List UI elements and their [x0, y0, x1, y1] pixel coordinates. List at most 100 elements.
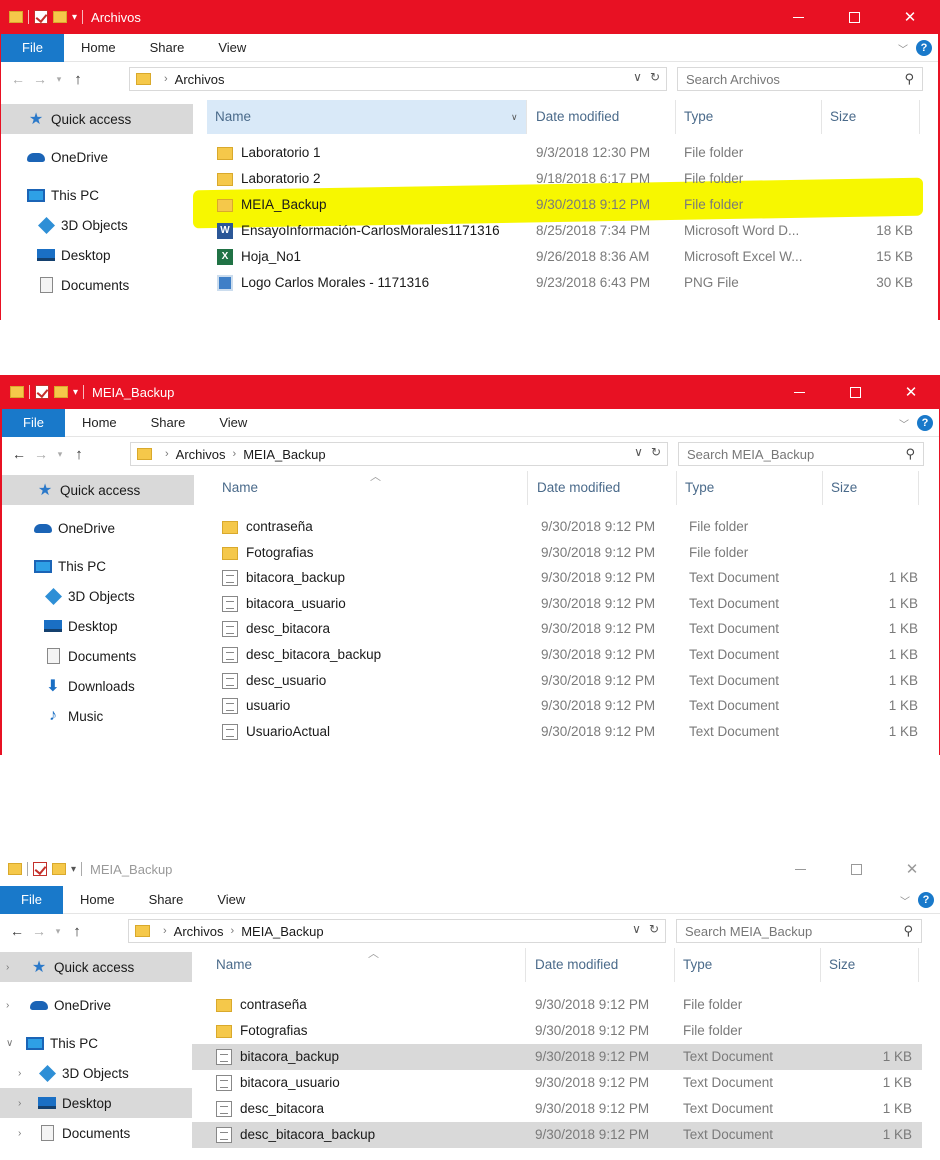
properties-icon[interactable]	[34, 10, 48, 24]
column-date-modified[interactable]: Date modified	[529, 471, 677, 505]
maximize-button[interactable]	[826, 0, 882, 34]
tab-view[interactable]: View	[202, 409, 264, 437]
expand-ribbon-icon[interactable]: ﹀	[900, 893, 910, 908]
table-row-selected[interactable]: desc_bitacora_backup 9/30/2018 9:12 PM Tex…	[192, 1122, 922, 1148]
table-row[interactable]: bitacora_backup 9/30/2018 9:12 PM Text Doc…	[198, 565, 928, 591]
breadcrumb-separator-icon[interactable]: ›	[163, 925, 167, 937]
nav-music[interactable]: ♪ Music	[2, 701, 194, 731]
breadcrumb-archivos[interactable]: Archivos	[174, 924, 224, 939]
customize-dropdown-icon[interactable]: ▾	[72, 12, 77, 23]
nav-documents[interactable]: › Documents	[0, 1118, 192, 1148]
table-row[interactable]: W EnsayoInformación-CarlosMorales1171316 8…	[193, 218, 923, 244]
close-button[interactable]: ✕	[884, 852, 940, 886]
minimize-button[interactable]	[770, 0, 826, 34]
table-row[interactable]: Laboratorio 1 9/3/2018 12:30 PM File folde…	[193, 140, 923, 166]
breadcrumb-archivos[interactable]: Archivos	[176, 447, 226, 462]
tab-share[interactable]: Share	[133, 34, 202, 62]
expand-chevron-icon[interactable]: ›	[6, 962, 9, 973]
expand-ribbon-icon[interactable]: ﹀	[898, 41, 908, 56]
tab-share[interactable]: Share	[134, 409, 203, 437]
properties-icon[interactable]	[35, 385, 49, 399]
column-date-modified[interactable]: Date modified	[528, 100, 676, 134]
nav-onedrive[interactable]: OneDrive	[2, 513, 194, 543]
column-name[interactable]: Name	[207, 100, 527, 134]
table-row[interactable]: contraseña 9/30/2018 9:12 PM File folder	[192, 992, 922, 1018]
nav-onedrive[interactable]: OneDrive	[1, 142, 193, 172]
address-dropdown-icon[interactable]: ∨	[634, 445, 643, 459]
nav-desktop[interactable]: › Desktop	[0, 1088, 192, 1118]
nav-desktop[interactable]: Desktop	[2, 611, 194, 641]
refresh-icon[interactable]: ↻	[650, 70, 660, 84]
forward-arrow-icon[interactable]: →	[28, 923, 50, 939]
breadcrumb-separator-icon[interactable]: ›	[231, 925, 235, 937]
address-dropdown-icon[interactable]: ∨	[633, 70, 642, 84]
address-bar[interactable]: › Archivos ∨ ↻	[129, 67, 667, 91]
maximize-button[interactable]	[828, 852, 884, 886]
column-type[interactable]: Type	[675, 948, 821, 982]
tab-file[interactable]: File	[0, 885, 63, 914]
column-name[interactable]: Name	[214, 471, 528, 505]
help-icon[interactable]: ?	[917, 415, 933, 431]
tab-view[interactable]: View	[201, 34, 263, 62]
recent-locations-icon[interactable]: ▾	[50, 926, 66, 937]
minimize-button[interactable]	[772, 852, 828, 886]
nav-downloads[interactable]: ⬇ Downloads	[2, 671, 194, 701]
close-button[interactable]: ✕	[882, 0, 938, 34]
nav-3d-objects[interactable]: 3D Objects	[1, 210, 193, 240]
table-row-selected[interactable]: bitacora_backup 9/30/2018 9:12 PM Text Doc…	[192, 1044, 922, 1070]
refresh-icon[interactable]: ↻	[649, 922, 659, 936]
up-arrow-icon[interactable]: ↑	[66, 923, 88, 940]
table-row[interactable]: desc_bitacora 9/30/2018 9:12 PM Text Docum…	[192, 1096, 922, 1122]
tab-view[interactable]: View	[200, 886, 262, 914]
nav-quick-access[interactable]: ★ Quick access	[2, 475, 194, 505]
tab-share[interactable]: Share	[132, 886, 201, 914]
nav-documents[interactable]: Documents	[2, 641, 194, 671]
table-row[interactable]: Logo Carlos Morales - 1171316 9/23/2018 6…	[193, 270, 923, 296]
table-row[interactable]: X Hoja_No1 9/26/2018 8:36 AM Microsoft Exce…	[193, 244, 923, 270]
nav-quick-access[interactable]: › ★ Quick access	[0, 952, 192, 982]
maximize-button[interactable]	[827, 375, 883, 409]
expand-chevron-icon[interactable]: ›	[18, 1068, 21, 1079]
table-row[interactable]: Fotografias 9/30/2018 9:12 PM File folder	[198, 540, 928, 566]
forward-arrow-icon[interactable]: →	[29, 71, 51, 87]
tab-file[interactable]: File	[2, 408, 65, 437]
forward-arrow-icon[interactable]: →	[30, 446, 52, 462]
expand-ribbon-icon[interactable]: ﹀	[899, 416, 909, 431]
nav-this-pc[interactable]: This PC	[2, 551, 194, 581]
search-input[interactable]: Search MEIA_Backup ⚲	[678, 442, 924, 466]
up-arrow-icon[interactable]: ↑	[68, 446, 90, 463]
breadcrumb-separator-icon[interactable]: ›	[164, 73, 168, 85]
table-row[interactable]: desc_bitacora 9/30/2018 9:12 PM Text Docum…	[198, 616, 928, 642]
nav-documents[interactable]: Documents	[1, 270, 193, 300]
up-arrow-icon[interactable]: ↑	[67, 71, 89, 88]
customize-dropdown-icon[interactable]: ▾	[71, 864, 76, 875]
table-row[interactable]: usuario 9/30/2018 9:12 PM Text Document 1 K…	[198, 693, 928, 719]
table-row[interactable]: contraseña 9/30/2018 9:12 PM File folder	[198, 514, 928, 540]
expand-chevron-icon[interactable]: ›	[6, 1000, 9, 1011]
tab-home[interactable]: Home	[63, 886, 132, 914]
nav-this-pc[interactable]: This PC	[1, 180, 193, 210]
address-bar[interactable]: › Archivos › MEIA_Backup ∨ ↻	[128, 919, 666, 943]
tab-file[interactable]: File	[1, 33, 64, 62]
column-type[interactable]: Type	[676, 100, 822, 134]
new-folder-icon[interactable]	[53, 11, 67, 23]
properties-icon[interactable]	[33, 862, 47, 876]
column-filter-icon[interactable]: ∨	[511, 100, 518, 134]
help-icon[interactable]: ?	[916, 40, 932, 56]
column-size[interactable]: Size	[823, 471, 919, 505]
new-folder-icon[interactable]	[52, 863, 66, 875]
table-row[interactable]: bitacora_usuario 9/30/2018 9:12 PM Text Do…	[198, 591, 928, 617]
back-arrow-icon[interactable]: ←	[6, 923, 28, 939]
breadcrumb-meia-backup[interactable]: MEIA_Backup	[243, 447, 325, 462]
expand-chevron-icon[interactable]: ›	[18, 1128, 21, 1139]
address-dropdown-icon[interactable]: ∨	[632, 922, 641, 936]
table-row[interactable]: desc_usuario 9/30/2018 9:12 PM Text Docume…	[198, 668, 928, 694]
search-input[interactable]: Search MEIA_Backup ⚲	[676, 919, 922, 943]
search-input[interactable]: Search Archivos ⚲	[677, 67, 923, 91]
table-row[interactable]: Fotografias 9/30/2018 9:12 PM File folder	[192, 1018, 922, 1044]
nav-3d-objects[interactable]: 3D Objects	[2, 581, 194, 611]
table-row[interactable]: MEIA_Backup 9/30/2018 9:12 PM File folder	[193, 192, 923, 218]
nav-quick-access[interactable]: ★ Quick access	[1, 104, 193, 134]
tab-home[interactable]: Home	[65, 409, 134, 437]
expand-chevron-icon[interactable]: ›	[18, 1098, 21, 1109]
